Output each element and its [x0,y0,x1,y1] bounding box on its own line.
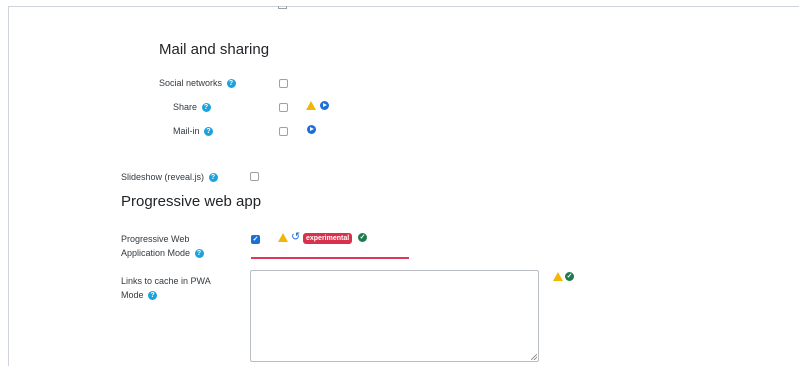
social-networks-row: Social networks ? [159,76,236,90]
warning-icon [306,101,316,110]
mail-in-label: Mail-in [173,126,200,136]
experimental-badge: experimental [303,233,353,244]
mail-in-row: Mail-in ? [173,124,214,138]
share-label: Share [173,102,198,112]
help-icon[interactable]: ? [204,127,214,137]
slideshow-row: Slideshow (reveal.js) ? [121,170,218,184]
play-icon[interactable] [307,125,316,134]
play-icon[interactable] [320,101,329,110]
check-circle-icon: ✓ [565,272,574,281]
pwa-mode-underline [251,257,409,259]
help-icon[interactable]: ? [208,173,218,183]
links-cache-label-block: Links to cache in PWA Mode ? [121,274,211,302]
pwa-mode-checkbox[interactable]: ✓ [251,235,260,244]
share-row: Share ? [173,100,211,114]
links-cache-textarea[interactable] [250,270,539,362]
pwa-mode-label-line1: Progressive Web [121,234,190,244]
social-networks-checkbox[interactable] [279,79,288,88]
pwa-heading: Progressive web app [121,193,262,210]
slideshow-checkbox[interactable] [250,172,259,181]
warning-icon [553,272,563,281]
help-icon[interactable]: ? [201,103,211,113]
social-networks-label: Social networks [159,78,223,88]
help-icon[interactable]: ? [148,291,158,301]
warning-icon [278,233,288,242]
previous-row-checkbox-partial[interactable] [278,6,287,9]
links-cache-label-line1: Links to cache in PWA [121,276,211,286]
mail-in-checkbox[interactable] [279,127,288,136]
resize-grip-icon[interactable] [531,354,537,360]
mail-sharing-heading: Mail and sharing [159,41,270,58]
help-icon[interactable]: ? [194,249,204,259]
help-icon[interactable]: ? [226,79,236,89]
share-checkbox[interactable] [279,103,288,112]
links-cache-label-line2: Mode [121,290,144,300]
undo-icon[interactable]: ↺ [291,232,300,243]
pwa-mode-label-block: Progressive Web Application Mode ? [121,232,204,260]
pwa-mode-label-line2: Application Mode [121,248,191,258]
check-circle-icon: ✓ [358,233,367,242]
slideshow-label: Slideshow (reveal.js) [121,172,205,182]
